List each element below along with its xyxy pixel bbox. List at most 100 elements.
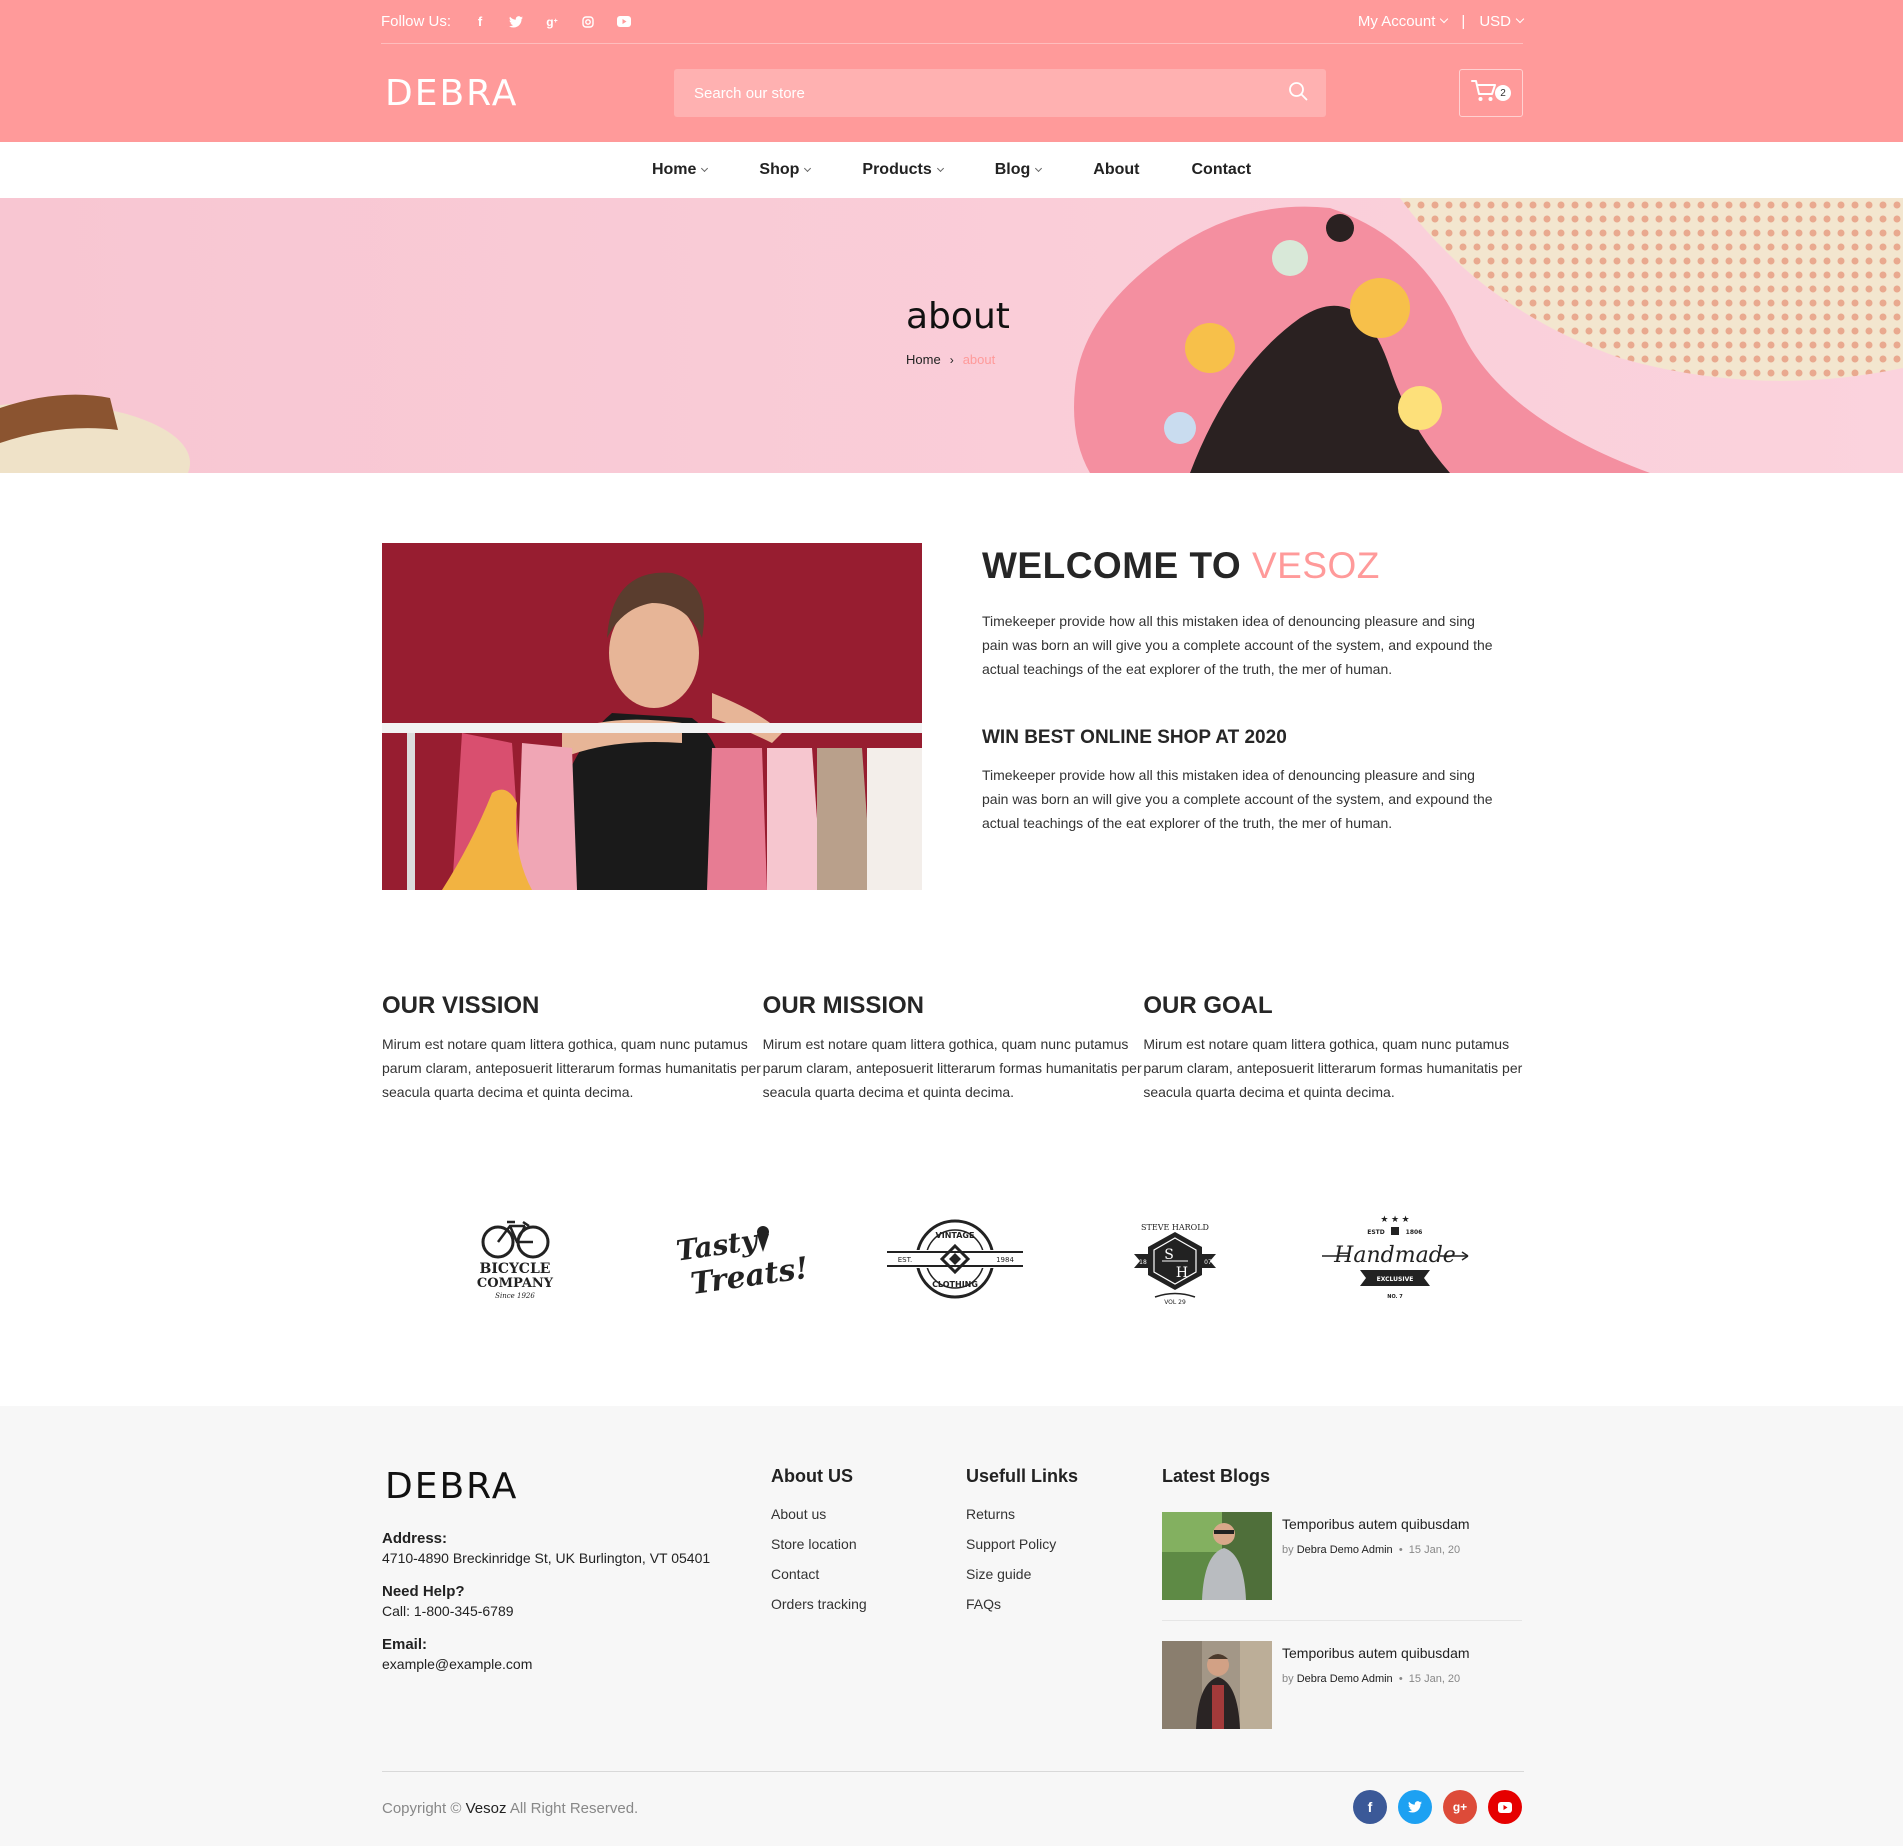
page-banner: about Home › about — [0, 198, 1903, 473]
vision-column: OUR VISSION Mirum est notare quam litter… — [382, 992, 763, 1104]
copyright: Copyright © Vesoz All Right Reserved. — [382, 1800, 638, 1817]
handmade-top-left: ESTD — [1367, 1229, 1385, 1236]
mission-column: OUR MISSION Mirum est notare quam litter… — [763, 992, 1144, 1104]
footer-link[interactable]: Size guide — [966, 1566, 1078, 1586]
bicycle-line3: Since 1926 — [495, 1292, 535, 1300]
handmade-ribbon: EXCLUSIVE — [1377, 1276, 1414, 1283]
chevron-down-icon — [1440, 14, 1449, 24]
cart-button[interactable]: 2 — [1459, 69, 1523, 117]
email-value[interactable]: example@example.com — [382, 1656, 710, 1672]
blog-title[interactable]: Temporibus autem quibusdam — [1282, 1645, 1470, 1661]
footer-link[interactable]: Orders tracking — [771, 1596, 867, 1616]
footer-column-title: About US — [771, 1466, 853, 1486]
blog-thumbnail[interactable] — [1162, 1512, 1272, 1600]
blog-item[interactable]: Temporibus autem quibusdam by Debra Demo… — [1162, 1512, 1522, 1600]
footer-divider — [382, 1771, 1524, 1772]
blog-author[interactable]: Debra Demo Admin — [1297, 1673, 1393, 1685]
nav-item-shop[interactable]: Shop — [759, 161, 812, 179]
brand-logo-handmade[interactable]: ★ ★ ★ ESTD 1806 Handmade EXCLUSIVE NO. 7 — [1320, 1212, 1470, 1307]
blog-item[interactable]: Temporibus autem quibusdam by Debra Demo… — [1162, 1641, 1522, 1729]
vintage-bottom: CLOTHING — [932, 1280, 978, 1289]
google-plus-glyph: g+ — [1452, 1800, 1468, 1814]
facebook-glyph: f — [1367, 1799, 1373, 1815]
copyright-prefix: Copyright © — [382, 1800, 462, 1817]
welcome-section: WELCOME TO VESOZ Timekeeper provide how … — [982, 543, 1502, 835]
twitter-icon[interactable] — [507, 13, 525, 31]
blog-meta: Temporibus autem quibusdam by Debra Demo… — [1282, 1641, 1470, 1729]
nav-item-blog[interactable]: Blog — [994, 161, 1043, 179]
copyright-brand[interactable]: Vesoz — [466, 1800, 507, 1817]
vintage-left: EST. — [898, 1256, 913, 1264]
blog-by: by — [1282, 1544, 1294, 1556]
search-icon[interactable] — [1288, 81, 1308, 106]
nav-item-products[interactable]: Products — [862, 161, 944, 179]
phone-value: Call: 1-800-345-6789 — [382, 1603, 514, 1619]
blog-thumbnail[interactable] — [1162, 1641, 1272, 1729]
column-text: Mirum est notare quam littera gothica, q… — [762, 1036, 1142, 1100]
main-header: DEBRA 2 — [381, 44, 1523, 142]
nav-item-label: Blog — [994, 161, 1031, 178]
site-footer: DEBRA Address: 4710-4890 Breckinridge St… — [0, 1406, 1903, 1846]
page-title: about — [906, 296, 1010, 337]
search-bar — [674, 69, 1326, 117]
footer-link[interactable]: Store location — [771, 1536, 867, 1556]
cart-icon — [1471, 79, 1497, 108]
separator: | — [1461, 13, 1466, 30]
my-account-dropdown[interactable]: My Account — [1357, 13, 1449, 30]
welcome-paragraph: Timekeeper provide how all this mistaken… — [982, 613, 1493, 677]
copyright-suffix: All Right Reserved. — [509, 1800, 639, 1817]
brand-logo-bicycle[interactable]: BICYCLE COMPANY Since 1926 — [440, 1212, 590, 1307]
account-currency: My Account | USD — [1357, 13, 1525, 30]
brand-logo-tasty-treats[interactable]: Tasty Treats! — [660, 1212, 810, 1307]
instagram-icon[interactable] — [579, 13, 597, 31]
footer-social-links: f g+ — [1342, 1790, 1522, 1824]
vintage-top: VINTAGE — [936, 1231, 975, 1240]
facebook-icon[interactable]: f — [471, 13, 489, 31]
footer-link[interactable]: Contact — [771, 1566, 867, 1586]
currency-dropdown[interactable]: USD — [1479, 13, 1525, 30]
brand-logo-vintage-clothing[interactable]: VINTAGE CLOTHING EST. 1984 — [880, 1212, 1030, 1307]
footer-contact-info: Address: 4710-4890 Breckinridge St, UK B… — [382, 1530, 710, 1689]
nav-item-label: Home — [651, 161, 697, 178]
nav-item-about[interactable]: About — [1093, 161, 1139, 179]
address-label: Address: — [382, 1530, 448, 1547]
brand-logo-steve-harold[interactable]: STEVE HAROLD S H 18 07 VOL 29 — [1100, 1212, 1250, 1307]
footer-link[interactable]: About us — [771, 1506, 867, 1526]
blog-byline: by Debra Demo Admin • 15 Jan, 20 — [1282, 1544, 1470, 1556]
youtube-icon[interactable] — [615, 13, 633, 31]
email-label: Email: — [382, 1636, 428, 1653]
footer-link[interactable]: FAQs — [966, 1596, 1078, 1616]
twitter-icon[interactable] — [1398, 1790, 1432, 1824]
cart-count-badge: 2 — [1495, 85, 1511, 101]
site-logo[interactable]: DEBRA — [381, 73, 674, 114]
blog-title[interactable]: Temporibus autem quibusdam — [1282, 1516, 1470, 1532]
google-plus-icon[interactable]: g+ — [543, 13, 561, 31]
my-account-label: My Account — [1357, 13, 1436, 30]
blog-dot: • — [1398, 1544, 1403, 1556]
blog-meta: Temporibus autem quibusdam by Debra Demo… — [1282, 1512, 1470, 1600]
welcome-heading-brand: VESOZ — [1251, 545, 1380, 586]
youtube-icon[interactable] — [1488, 1790, 1522, 1824]
footer-logo[interactable]: DEBRA — [385, 1466, 518, 1507]
currency-label: USD — [1479, 13, 1511, 30]
facebook-icon[interactable]: f — [1353, 1790, 1387, 1824]
footer-link[interactable]: Support Policy — [966, 1536, 1078, 1556]
blog-author[interactable]: Debra Demo Admin — [1297, 1544, 1393, 1556]
about-photo — [382, 543, 922, 890]
award-paragraph: Timekeeper provide how all this mistaken… — [982, 767, 1493, 831]
nav-item-home[interactable]: Home — [651, 161, 709, 179]
column-title: OUR GOAL — [1143, 992, 1273, 1019]
footer-link[interactable]: Returns — [966, 1506, 1078, 1526]
column-title: OUR MISSION — [762, 992, 925, 1019]
nav-item-label: Products — [862, 161, 932, 178]
blog-date: 15 Jan, 20 — [1408, 1544, 1461, 1556]
top-bar: Follow Us: f g + My Account | USD — [381, 0, 1525, 44]
nav-item-contact[interactable]: Contact — [1191, 161, 1251, 179]
breadcrumb-home[interactable]: Home — [906, 352, 941, 367]
search-input[interactable] — [694, 84, 1288, 102]
handmade-top-right: 1806 — [1406, 1229, 1423, 1236]
goal-column: OUR GOAL Mirum est notare quam littera g… — [1143, 992, 1524, 1104]
column-title: OUR VISSION — [382, 992, 540, 1019]
google-plus-icon[interactable]: g+ — [1443, 1790, 1477, 1824]
help-label: Need Help? — [382, 1583, 465, 1600]
